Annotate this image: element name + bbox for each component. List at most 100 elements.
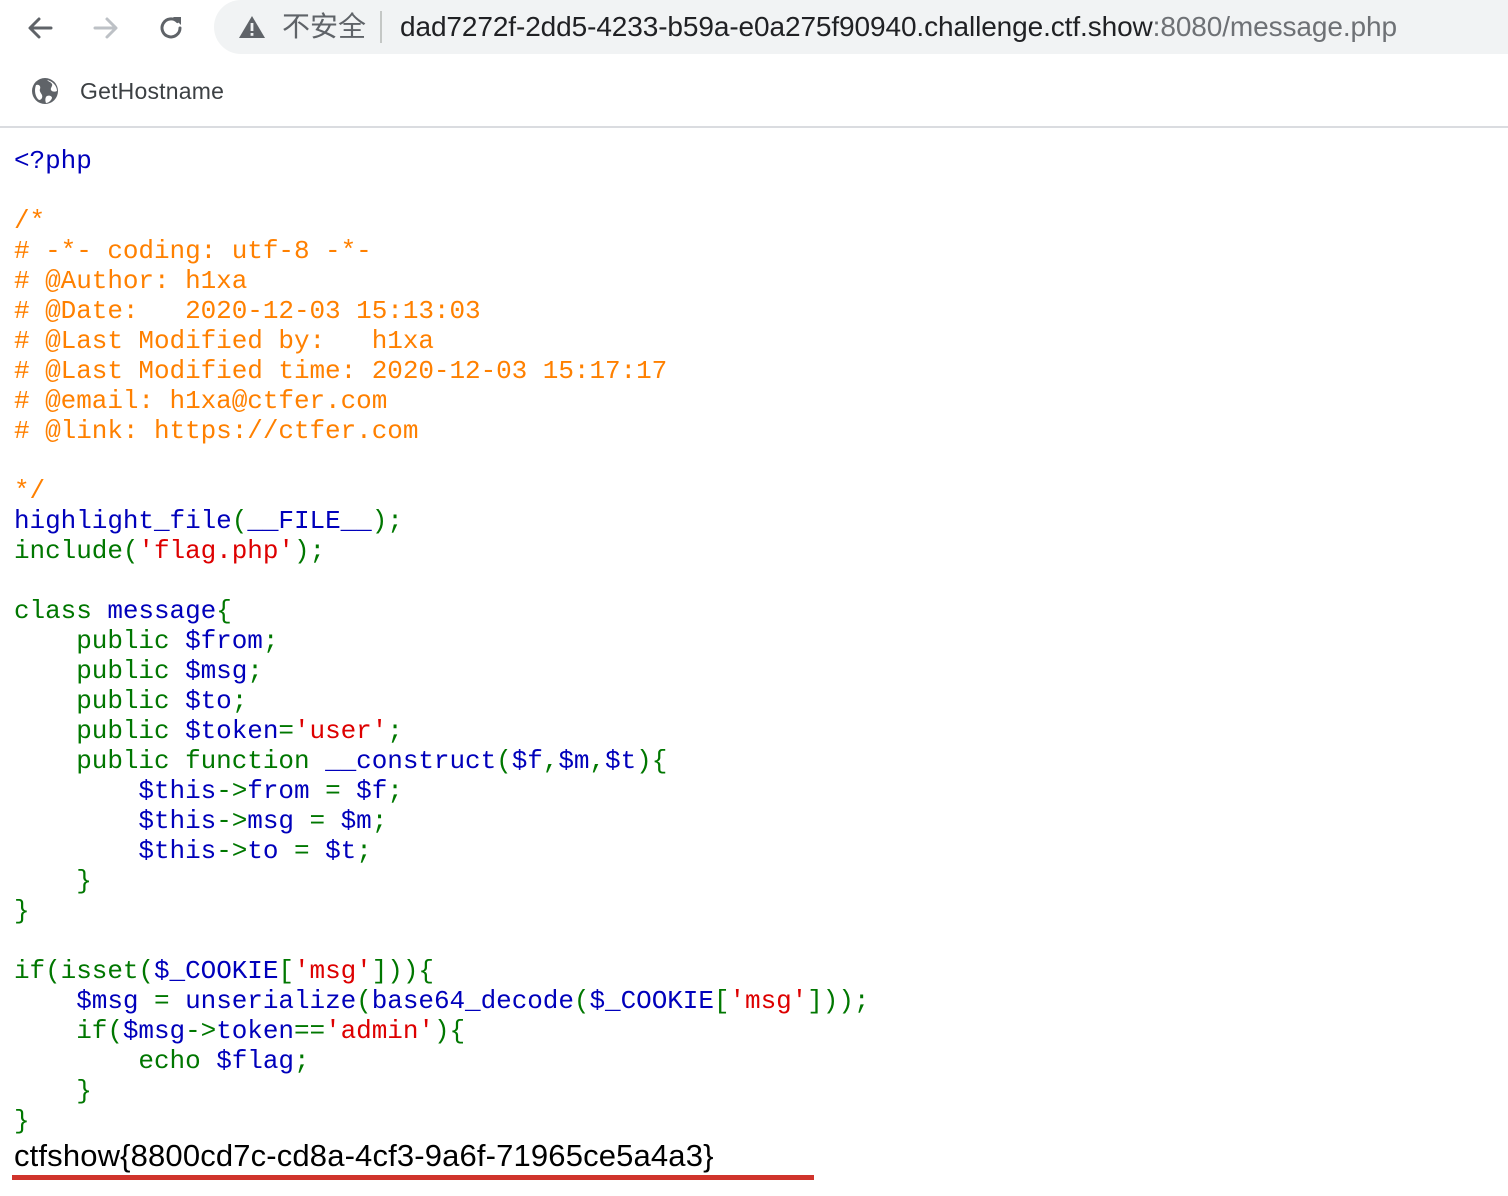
code-token: ( — [573, 986, 590, 1016]
code-token: = — [325, 776, 357, 806]
code-token: } — [14, 896, 30, 926]
code-token: 'msg' — [293, 956, 372, 986]
code-token: $t — [605, 746, 637, 776]
browser-toolbar: 不安全 dad7272f-2dd5-4233-b59a-e0a275f90940… — [0, 0, 1508, 56]
code-line: $this->to = $t; — [14, 836, 869, 866]
code-token: ; — [387, 776, 403, 806]
code-line: # @email: h1xa@ctfer.com — [14, 386, 869, 416]
code-token: ])); — [807, 986, 870, 1016]
address-divider — [380, 11, 382, 43]
code-token: ; — [247, 656, 263, 686]
code-line: echo $flag; — [14, 1046, 869, 1076]
address-bar[interactable]: 不安全 dad7272f-2dd5-4233-b59a-e0a275f90940… — [214, 0, 1508, 54]
code-line: if($msg->token=='admin'){ — [14, 1016, 869, 1046]
code-token: __FILE__ — [247, 506, 372, 536]
code-token: -> — [216, 836, 248, 866]
bookmark-gethostname[interactable]: GetHostname — [24, 70, 230, 112]
reload-icon — [160, 17, 182, 39]
code-token: ){ — [636, 746, 668, 776]
arrow-left-icon — [28, 17, 53, 39]
code-token: ])){ — [371, 956, 434, 986]
code-token: # @link: https://ctfer.com — [14, 416, 419, 446]
code-token: base64_decode — [371, 986, 574, 1016]
forward-button[interactable] — [86, 8, 126, 48]
code-token: $msg — [122, 1016, 186, 1046]
code-token: */ — [14, 476, 46, 506]
code-token: -> — [185, 1016, 217, 1046]
code-token: $msg — [185, 656, 248, 686]
code-token: ; — [356, 836, 372, 866]
code-token: public — [14, 626, 186, 656]
code-token: token — [216, 1016, 294, 1046]
code-token: # @Author: h1xa — [14, 266, 248, 296]
code-token: # @email: h1xa@ctfer.com — [14, 386, 388, 416]
flag-output: ctfshow{8800cd7c-cd8a-4cf3-9a6f-71965ce5… — [14, 1138, 714, 1173]
code-token: { — [216, 596, 232, 626]
code-token: class — [14, 596, 108, 626]
url-text[interactable]: dad7272f-2dd5-4233-b59a-e0a275f90940.cha… — [400, 10, 1397, 44]
code-token: $to — [185, 686, 232, 716]
code-line: public $to; — [14, 686, 869, 716]
code-token: $flag — [216, 1046, 294, 1076]
code-token: ( — [356, 986, 372, 1016]
code-token: echo — [14, 1046, 217, 1076]
code-token: highlight_file — [14, 506, 232, 536]
code-token: ; — [371, 806, 388, 836]
globe-icon — [32, 78, 58, 104]
code-token: } — [14, 1076, 92, 1106]
code-token: $f — [511, 746, 543, 776]
php-source-code: <?php /* # -*- coding: utf-8 -*- # @Author:… — [14, 146, 870, 1136]
code-token: [ — [278, 956, 294, 986]
flag-underline-annotation — [12, 1175, 814, 1180]
code-token: [ — [713, 986, 730, 1016]
code-line: # @Date: 2020-12-03 15:13:03 — [14, 296, 869, 326]
code-token: == — [293, 1016, 326, 1046]
code-token: $this — [138, 806, 217, 836]
code-token: # @Last Modified time: 2020-12-03 15:17:… — [14, 356, 668, 386]
url-host: dad7272f-2dd5-4233-b59a-e0a275f90940.cha… — [400, 11, 1153, 42]
code-token: to — [247, 836, 294, 866]
code-token: $f — [356, 776, 388, 806]
code-token: $m — [340, 806, 372, 836]
code-token: , — [589, 746, 606, 776]
code-token: include( — [14, 536, 139, 566]
code-token: ( — [231, 506, 248, 536]
code-token: ; — [262, 626, 279, 656]
code-line: } — [14, 1076, 869, 1106]
code-token: msg — [247, 806, 310, 836]
code-line: public $token='user'; — [14, 716, 869, 746]
bookmark-label: GetHostname — [80, 77, 225, 104]
code-token: -> — [216, 806, 248, 836]
code-token: = — [278, 716, 294, 746]
code-line: # @Last Modified by: h1xa — [14, 326, 869, 356]
code-token: 'flag.php' — [138, 536, 294, 566]
code-line: class message{ — [14, 596, 869, 626]
code-token: <?php — [14, 146, 92, 176]
code-token: # @Date: 2020-12-03 15:13:03 — [14, 296, 481, 326]
code-line: highlight_file(__FILE__); — [14, 506, 869, 536]
code-line: } — [14, 866, 869, 896]
code-line: # -*- coding: utf-8 -*- — [14, 236, 869, 266]
code-token: ( — [496, 746, 512, 776]
code-token: public — [14, 716, 186, 746]
reload-button[interactable] — [151, 8, 191, 48]
code-line: */ — [14, 476, 869, 506]
code-token: $_COOKIE — [153, 956, 279, 986]
code-token: $m — [558, 746, 590, 776]
warning-triangle-icon[interactable] — [238, 14, 266, 40]
security-status-label[interactable]: 不安全 — [282, 10, 366, 44]
code-token: $t — [325, 836, 357, 866]
code-line: # @Author: h1xa — [14, 266, 869, 296]
code-line: $this->from = $f; — [14, 776, 869, 806]
code-token: from — [247, 776, 326, 806]
code-token: 'msg' — [729, 986, 808, 1016]
code-token: __construct — [325, 746, 497, 776]
code-token: public — [14, 686, 186, 716]
code-token: } — [14, 866, 92, 896]
back-button[interactable] — [20, 8, 60, 48]
code-token: unserialize — [185, 986, 357, 1016]
